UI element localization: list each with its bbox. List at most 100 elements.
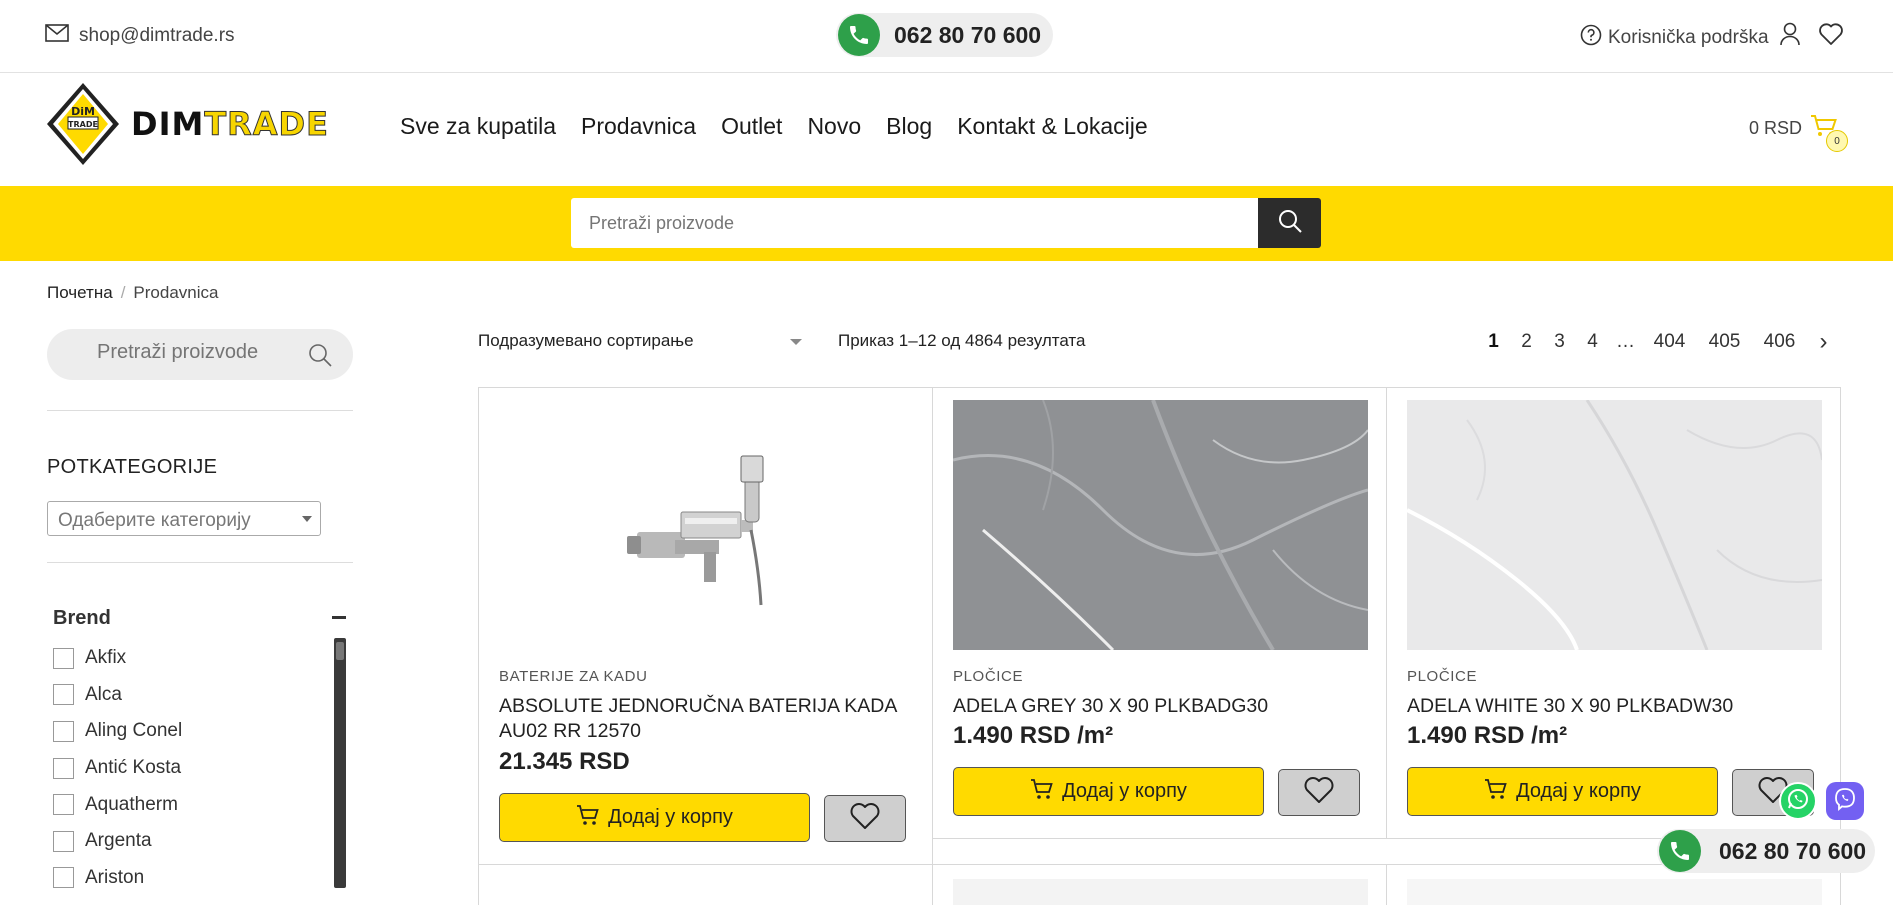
breadcrumb-separator: / — [120, 283, 126, 302]
scrollbar-thumb[interactable] — [336, 642, 344, 660]
checkbox[interactable] — [53, 720, 74, 742]
result-count: Приказ 1–12 од 4864 резултата — [838, 331, 1086, 350]
page-link-current[interactable]: 1 — [1477, 331, 1510, 353]
add-to-cart-button[interactable]: Додај у корпу — [499, 793, 810, 842]
brand-filter-item[interactable]: Alca — [53, 677, 182, 714]
brand-filter-item[interactable]: Argenta — [53, 823, 182, 860]
product-category[interactable]: PLOČICE — [1407, 668, 1477, 685]
whatsapp-button[interactable] — [1779, 782, 1817, 820]
product-image[interactable] — [1406, 399, 1823, 651]
product-image[interactable] — [1407, 879, 1822, 905]
cart-icon — [576, 803, 600, 833]
header-phone-button[interactable]: 062 80 70 600 — [836, 13, 1053, 57]
svg-text:DiM: DiM — [71, 105, 95, 118]
add-to-cart-button[interactable]: Додај у корпу — [953, 767, 1264, 816]
brand-list-scrollbar[interactable] — [334, 638, 346, 888]
product-category[interactable]: BATERIJE ZA KADU — [499, 668, 648, 685]
add-to-wishlist-button[interactable] — [824, 795, 906, 842]
support-label: Korisnička podrška — [1608, 27, 1769, 48]
product-card[interactable] — [932, 864, 1387, 905]
cart-total: 0 RSD — [1749, 118, 1803, 138]
product-category[interactable]: PLOČICE — [953, 668, 1023, 685]
user-account-icon[interactable] — [1779, 22, 1801, 51]
breadcrumb-home[interactable]: Почетна — [47, 283, 113, 303]
product-title[interactable]: ADELA WHITE 30 X 90 PLKBADW30 — [1407, 694, 1822, 719]
checkbox[interactable] — [53, 757, 74, 779]
sidebar-divider — [47, 562, 353, 563]
product-image[interactable] — [952, 399, 1369, 652]
sort-select[interactable]: Подразумевано сортирање — [478, 331, 808, 351]
add-to-wishlist-button[interactable] — [1278, 769, 1360, 816]
svg-text:TRADE: TRADE — [68, 120, 98, 129]
support-link[interactable]: Korisnička podrška — [1580, 24, 1769, 52]
next-page-chevron-icon[interactable]: › — [1807, 328, 1840, 356]
page-link[interactable]: 406 — [1752, 331, 1807, 353]
sidebar-divider — [47, 410, 353, 411]
checkbox[interactable] — [53, 684, 74, 706]
cart-icon — [1484, 777, 1508, 807]
brand-filter-item[interactable]: Ariston — [53, 860, 182, 897]
brand-label: Antić Kosta — [85, 757, 182, 779]
breadcrumb: Почетна / Prodavnica — [47, 283, 218, 303]
add-to-cart-label: Додај у корпу — [1516, 780, 1641, 802]
sort-select-value: Подразумевано сортирање — [478, 331, 694, 350]
cart-button[interactable]: 0 RSD 0 — [1749, 113, 1849, 152]
nav-kontakt-lokacije[interactable]: Kontakt & Lokacije — [957, 113, 1148, 140]
breadcrumb-current: Prodavnica — [133, 283, 219, 302]
whatsapp-icon — [1786, 787, 1810, 816]
page-link[interactable]: 405 — [1697, 331, 1752, 353]
brand-filter-item[interactable]: Aquatherm — [53, 786, 182, 823]
nav-sve-za-kupatila[interactable]: Sve za kupatila — [400, 113, 556, 140]
page-link[interactable]: 2 — [1510, 331, 1543, 353]
brand-label: Akfix — [85, 647, 127, 669]
email-link[interactable]: shop@dimtrade.rs — [45, 24, 235, 48]
checkbox[interactable] — [53, 794, 74, 816]
product-image[interactable] — [953, 879, 1368, 905]
heart-icon — [1303, 776, 1335, 809]
floating-phone-button[interactable]: 062 80 70 600 — [1657, 829, 1875, 873]
brand-filter-item[interactable]: Aling Conel — [53, 713, 182, 750]
email-text: shop@dimtrade.rs — [79, 25, 235, 46]
checkbox[interactable] — [53, 647, 74, 669]
category-select[interactable]: Одаберите категорију — [47, 501, 321, 536]
checkbox[interactable] — [53, 830, 74, 852]
sidebar-search — [47, 329, 353, 380]
logo-wordmark: DIMTRADE — [131, 105, 329, 144]
product-title[interactable]: ADELA GREY 30 X 90 PLKBADG30 — [953, 694, 1368, 719]
search-icon[interactable] — [307, 342, 333, 373]
brand-label: Aling Conel — [85, 720, 183, 742]
wishlist-heart-icon[interactable] — [1818, 22, 1844, 51]
collapse-minus-icon[interactable] — [332, 616, 346, 619]
product-card[interactable]: PLOČICE ADELA GREY 30 X 90 PLKBADG30 1.4… — [932, 387, 1387, 839]
sidebar-search-input[interactable] — [97, 341, 297, 364]
nav-prodavnica[interactable]: Prodavnica — [581, 113, 696, 140]
brand-filter-item[interactable]: Antić Kosta — [53, 750, 182, 787]
product-card[interactable]: PLOČICE ADELA WHITE 30 X 90 PLKBADW30 1.… — [1386, 387, 1841, 839]
logo-text-dim: DIM — [131, 105, 205, 143]
floating-phone-number: 062 80 70 600 — [1719, 837, 1867, 864]
add-to-cart-button[interactable]: Додај у корпу — [1407, 767, 1718, 816]
brand-filter-item[interactable]: Akfix — [53, 640, 182, 677]
main-search-button[interactable] — [1258, 198, 1321, 248]
phone-icon — [1659, 830, 1701, 872]
search-icon — [1277, 208, 1303, 239]
brand-filter-list: Akfix Alca Aling Conel Antić Kosta Aquat… — [53, 640, 182, 896]
subcategories-title: POTKATEGORIJE — [47, 456, 218, 478]
nav-novo[interactable]: Novo — [807, 113, 861, 140]
site-logo[interactable]: DiM TRADE DIMTRADE — [45, 81, 329, 167]
main-search-input[interactable] — [571, 198, 1259, 248]
checkbox[interactable] — [53, 867, 74, 889]
product-image[interactable] — [499, 400, 914, 650]
heart-icon — [849, 802, 881, 835]
nav-outlet[interactable]: Outlet — [721, 113, 782, 140]
page-link[interactable]: 404 — [1642, 331, 1697, 353]
product-card[interactable] — [478, 864, 933, 905]
product-card[interactable]: BATERIJE ZA KADU ABSOLUTE JEDNORUČNA BAT… — [478, 387, 933, 865]
search-band — [0, 186, 1893, 261]
product-price: 1.490 RSD /m² — [1407, 722, 1568, 749]
nav-blog[interactable]: Blog — [886, 113, 932, 140]
page-link[interactable]: 3 — [1543, 331, 1576, 353]
product-title[interactable]: ABSOLUTE JEDNORUČNA BATERIJA KADA AU02 R… — [499, 694, 914, 744]
page-link[interactable]: 4 — [1576, 331, 1609, 353]
viber-button[interactable] — [1826, 782, 1864, 820]
